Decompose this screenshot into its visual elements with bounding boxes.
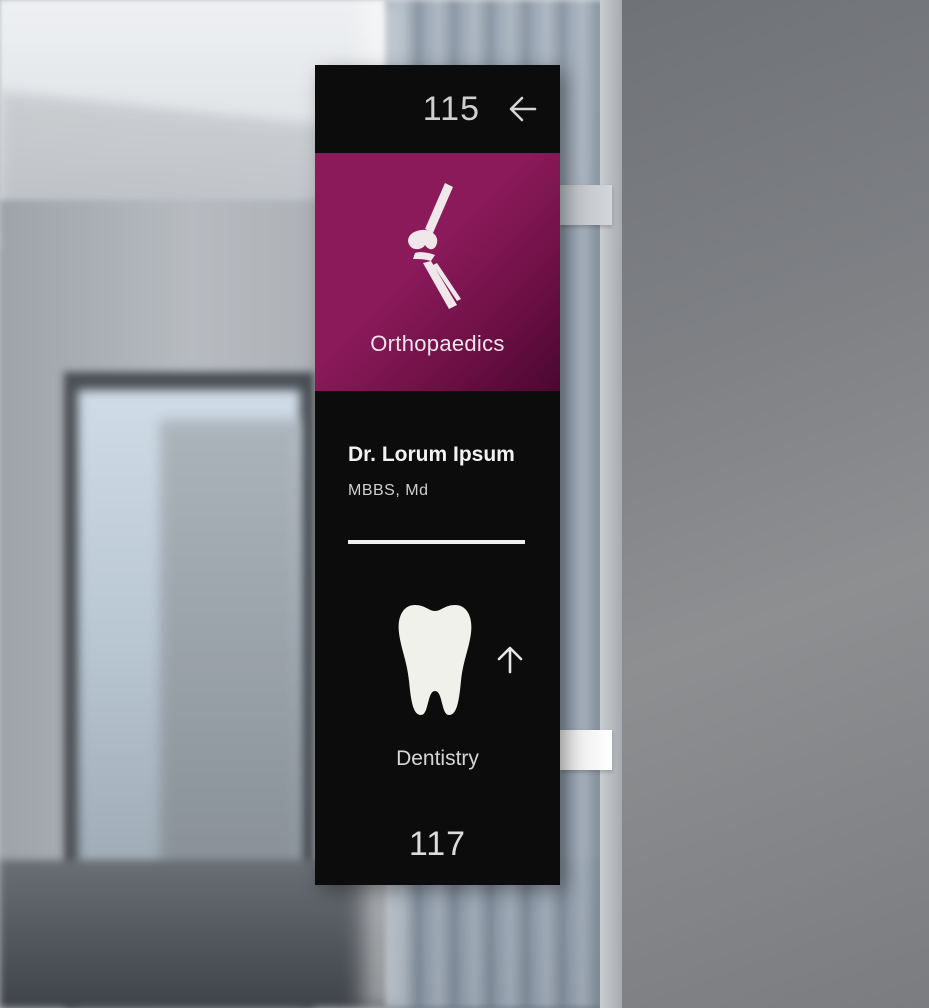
orthopaedics-label: Orthopaedics xyxy=(370,331,505,356)
orthopaedics-panel: Orthopaedics xyxy=(315,153,560,391)
sign-header: 115 xyxy=(315,65,560,153)
tooth-icon xyxy=(395,603,475,723)
doctor-credentials: MBBS, Md xyxy=(348,482,429,499)
knee-joint-icon xyxy=(395,181,475,316)
sign-bracket-top xyxy=(560,185,612,225)
wayfinding-sign: 115 Orthopaedics Dr. Lorum Ipsum MBBS, M… xyxy=(315,65,560,885)
room-number-top: 115 xyxy=(422,89,480,128)
main-wall xyxy=(622,0,929,1008)
arrow-left-icon xyxy=(508,94,538,124)
room-number-bottom: 117 xyxy=(408,825,467,863)
divider xyxy=(348,540,525,544)
dentistry-label: Dentistry xyxy=(396,747,479,770)
sign-bracket-bottom xyxy=(560,730,612,770)
arrow-up-icon xyxy=(495,645,525,680)
doctor-name: Dr. Lorum Ipsum xyxy=(348,443,515,466)
